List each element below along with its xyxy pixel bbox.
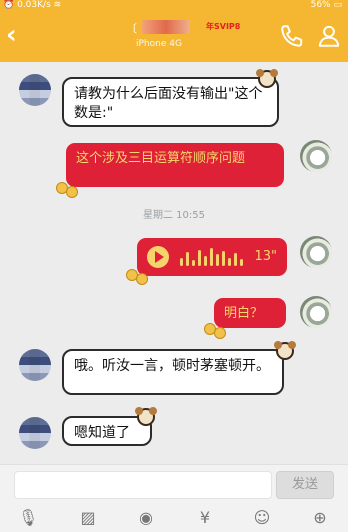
bubble-decoration-icon <box>256 69 278 88</box>
send-button[interactable]: 发送 <box>276 471 334 499</box>
avatar-self[interactable] <box>300 140 332 172</box>
message-text: 这个涉及三目运算符顺序问题 <box>76 151 246 166</box>
voice-message[interactable]: 13" <box>137 238 287 276</box>
person-icon[interactable] <box>316 23 342 49</box>
red-packet-icon[interactable]: ¥ <box>195 508 215 528</box>
status-left: ⏰ 0.03K/s ≋ <box>3 0 61 10</box>
message-text: 嗯知道了 <box>74 425 130 441</box>
alarm-icon: ⏰ <box>3 0 15 10</box>
status-bar: ⏰ 0.03K/s ≋ 56% ▭ <box>0 0 348 12</box>
chevron-left-icon: ‹ <box>6 20 17 50</box>
message-bubble: 这个涉及三目运算符顺序问题 <box>66 143 284 187</box>
play-icon[interactable] <box>147 246 169 268</box>
avatar-contact[interactable] <box>19 349 51 381</box>
contact-name-blurred <box>142 20 190 34</box>
coin-icon <box>214 327 226 339</box>
contact-status: iPhone 4G <box>136 39 182 49</box>
battery-text: 56% <box>310 0 331 10</box>
emoji-icon[interactable]: ☺ <box>252 508 272 528</box>
voice-duration: 13" <box>254 249 277 264</box>
message-bubble: 请教为什么后面没有输出"这个数是:" <box>62 77 279 127</box>
plus-icon[interactable]: ⊕ <box>310 508 330 528</box>
avatar-contact[interactable] <box>19 74 51 106</box>
microphone-icon[interactable]: 🎙︎ <box>18 508 38 528</box>
message-bubble: 明白？ <box>214 298 286 328</box>
status-right: 56% ▭ <box>311 0 342 10</box>
contact-title[interactable]: 〔 年SVIP8 iPhone 4G <box>118 18 258 58</box>
ear-icon: 〔 <box>126 22 137 35</box>
waveform-icon <box>180 248 248 266</box>
message-input[interactable] <box>14 471 272 499</box>
battery-icon: ▭ <box>333 0 342 10</box>
coin-icon <box>66 186 78 198</box>
back-button[interactable]: ‹ <box>6 22 17 48</box>
coin-icon <box>136 273 148 285</box>
vip-badge: 年SVIP8 <box>206 22 241 31</box>
phone-icon[interactable] <box>279 23 305 49</box>
message-text: 明白？ <box>224 306 264 321</box>
device-label: iPhone <box>136 39 167 49</box>
message-text: 请教为什么后面没有输出"这个数是:" <box>74 86 263 121</box>
bubble-decoration-icon <box>274 341 296 360</box>
input-bar: 发送 <box>0 464 348 504</box>
wifi-icon: ≋ <box>53 0 62 10</box>
message-timestamp: 星期二 10:55 <box>143 210 205 221</box>
network-label: 4G <box>169 39 182 49</box>
avatar-contact[interactable] <box>19 417 51 449</box>
chat-header: ‹ 〔 年SVIP8 iPhone 4G <box>0 12 348 62</box>
camera-icon[interactable]: ◉ <box>136 508 156 528</box>
message-bubble: 哦。听汝一言，顿时茅塞顿开。 <box>62 349 284 395</box>
image-icon[interactable]: ▨ <box>78 508 98 528</box>
network-speed: 0.03K/s <box>17 0 51 10</box>
message-text: 哦。听汝一言，顿时茅塞顿开。 <box>74 358 270 374</box>
avatar-self[interactable] <box>300 296 332 328</box>
input-toolbar: 🎙︎ ▨ ◉ ¥ ☺ ⊕ <box>0 504 348 532</box>
avatar-self[interactable] <box>300 236 332 268</box>
bubble-decoration-icon <box>135 407 157 426</box>
